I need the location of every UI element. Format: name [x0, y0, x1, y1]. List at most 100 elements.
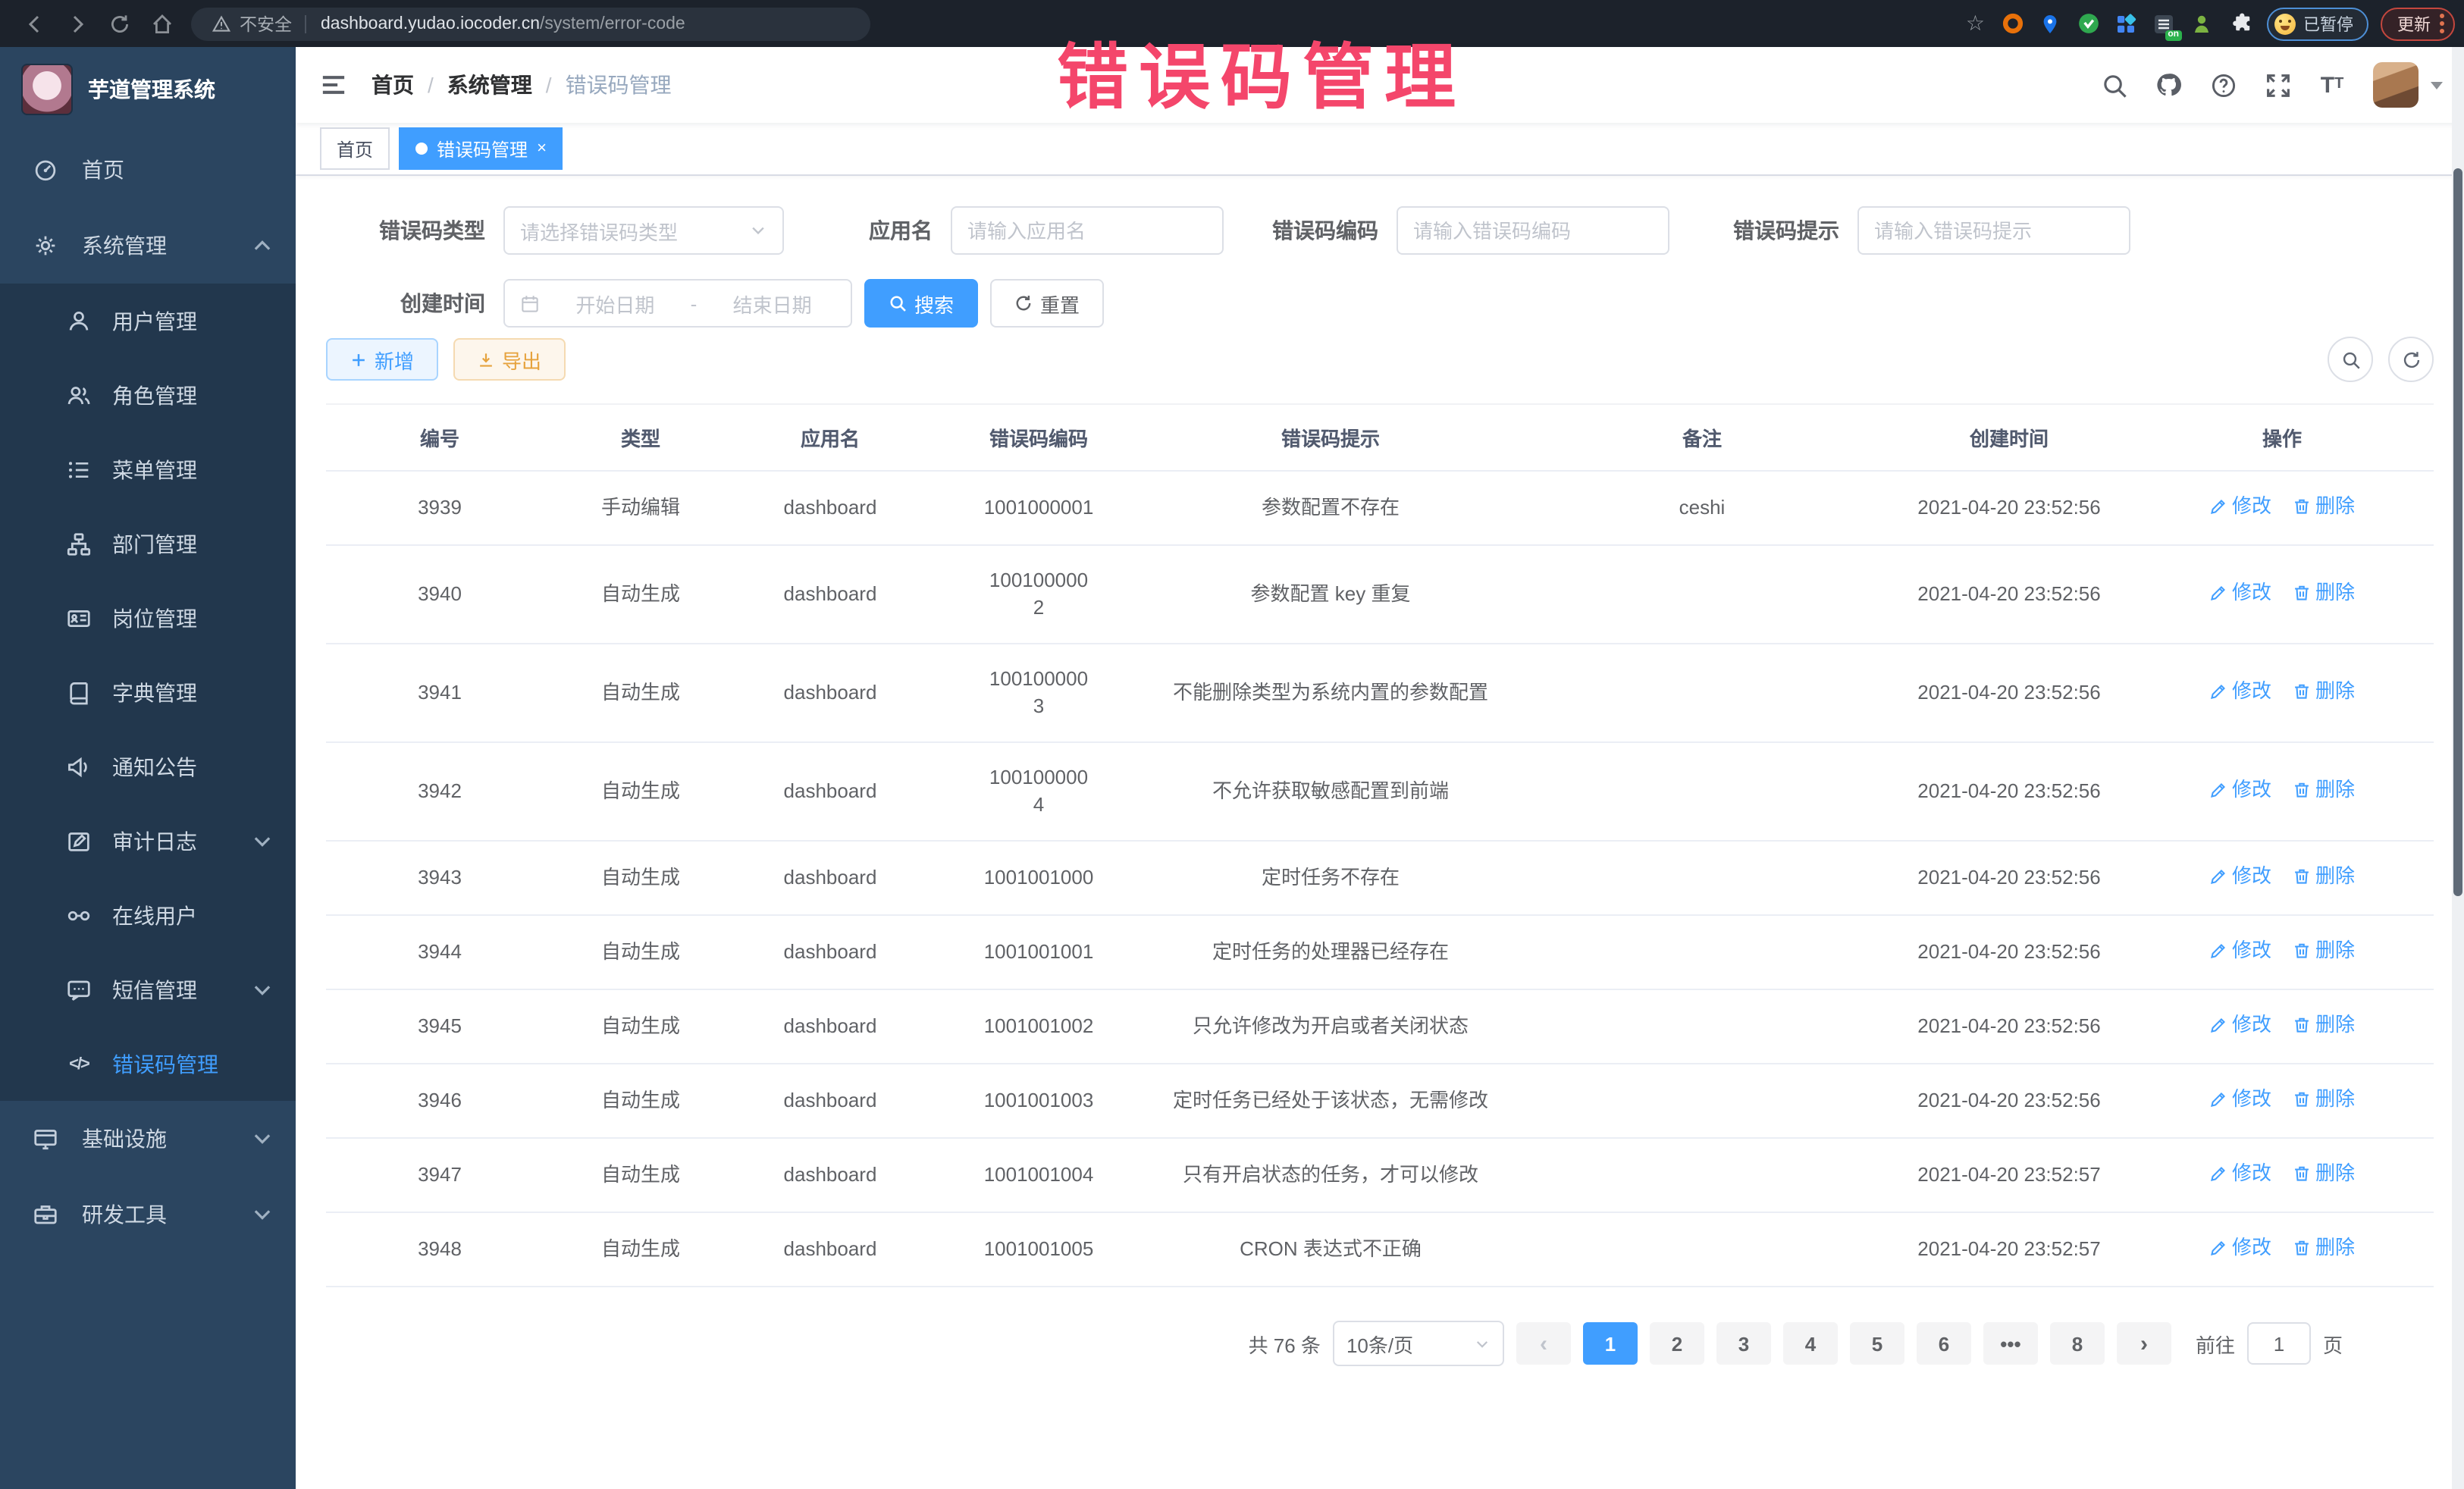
page-button[interactable]: 6: [1917, 1322, 1971, 1365]
page-button[interactable]: 3: [1716, 1322, 1771, 1365]
reload-icon[interactable]: [106, 10, 133, 37]
error-hint-input[interactable]: [1857, 206, 2130, 255]
page-button[interactable]: 2: [1650, 1322, 1704, 1365]
back-icon[interactable]: [21, 10, 49, 37]
green-sprout-extension-icon[interactable]: [2190, 11, 2214, 36]
sidebar-item-error-code-management[interactable]: </>错误码管理: [0, 1027, 296, 1101]
sidebar-item-dept-management[interactable]: 部门管理: [0, 506, 296, 581]
delete-row-button[interactable]: 删除: [2293, 579, 2355, 607]
edit-row-button[interactable]: 修改: [2209, 1086, 2271, 1113]
delete-row-button[interactable]: 删除: [2293, 678, 2355, 705]
more-pages-button[interactable]: •••: [1983, 1322, 2038, 1365]
create-time-range-picker[interactable]: 开始日期 - 结束日期: [503, 279, 852, 328]
blue-pin-extension-icon[interactable]: [2038, 11, 2062, 36]
sidebar-item-home[interactable]: 首页: [0, 132, 296, 208]
sidebar-item-menu-management[interactable]: 菜单管理: [0, 432, 296, 506]
breadcrumb-item[interactable]: 首页: [371, 70, 414, 100]
app-name-input[interactable]: [951, 206, 1224, 255]
goto-page-input[interactable]: [2247, 1322, 2311, 1365]
sidebar-item-audit-log[interactable]: 审计日志: [0, 804, 296, 878]
browser-update-button[interactable]: 更新: [2381, 7, 2455, 40]
home-icon[interactable]: [149, 10, 176, 37]
page-button[interactable]: 4: [1783, 1322, 1838, 1365]
edit-row-button[interactable]: 修改: [2209, 863, 2271, 890]
hamburger-icon[interactable]: [320, 71, 347, 99]
error-code-type-select[interactable]: 请选择错误码类型: [503, 206, 784, 255]
edit-row-button[interactable]: 修改: [2209, 1160, 2271, 1187]
page-button[interactable]: 5: [1850, 1322, 1904, 1365]
edit-row-button[interactable]: 修改: [2209, 776, 2271, 804]
tag-item[interactable]: 首页: [320, 127, 390, 170]
table-row: 3942自动生成dashboard100100000 4不允许获取敏感配置到前端…: [326, 742, 2434, 841]
sidebar-item-label: 在线用户: [112, 900, 274, 930]
page-scrollbar[interactable]: [2452, 47, 2464, 1489]
app-logo[interactable]: 芋道管理系统: [0, 47, 296, 132]
sidebar-item-online-users[interactable]: 在线用户: [0, 878, 296, 952]
delete-row-button[interactable]: 删除: [2293, 493, 2355, 520]
page-button[interactable]: 8: [2050, 1322, 2105, 1365]
submenu-system-management: 用户管理角色管理菜单管理部门管理岗位管理字典管理通知公告审计日志在线用户短信管理…: [0, 284, 296, 1101]
edit-row-button[interactable]: 修改: [2209, 493, 2271, 520]
delete-row-button[interactable]: 删除: [2293, 776, 2355, 804]
sidebar-item-sms-management[interactable]: 短信管理: [0, 952, 296, 1027]
scrollbar-thumb[interactable]: [2453, 168, 2462, 896]
show-search-toggle-button[interactable]: [2328, 337, 2373, 382]
sidebar-item-label: 岗位管理: [112, 603, 274, 633]
forward-icon[interactable]: [64, 10, 91, 37]
sidebar-item-dev-tools[interactable]: 研发工具: [0, 1177, 296, 1252]
announcement-icon: [67, 754, 91, 779]
edit-row-button[interactable]: 修改: [2209, 937, 2271, 964]
prev-page-button[interactable]: ‹: [1516, 1322, 1571, 1365]
puzzle-extensions-icon[interactable]: [2227, 11, 2252, 36]
reset-button[interactable]: 重置: [990, 279, 1104, 328]
font-size-icon[interactable]: TT: [2318, 71, 2346, 99]
delete-row-button[interactable]: 删除: [2293, 1011, 2355, 1039]
delete-row-button[interactable]: 删除: [2293, 1160, 2355, 1187]
sidebar-item-role-management[interactable]: 角色管理: [0, 358, 296, 432]
blue-grid-extension-icon[interactable]: [2114, 11, 2138, 36]
gear-icon: [33, 234, 58, 258]
address-bar[interactable]: 不安全 dashboard.yudao.iocoder.cn/system/er…: [191, 7, 870, 40]
page-size-select[interactable]: 10条/页: [1333, 1321, 1504, 1366]
dashboard-icon: [33, 158, 58, 182]
breadcrumb-item[interactable]: 系统管理: [447, 70, 532, 100]
delete-row-button[interactable]: 删除: [2293, 937, 2355, 964]
export-button[interactable]: 导出: [453, 338, 566, 381]
green-check-extension-icon[interactable]: [2076, 11, 2100, 36]
sidebar-item-label: 首页: [82, 155, 274, 185]
profile-paused-badge[interactable]: 已暂停: [2267, 7, 2368, 40]
add-button[interactable]: 新增: [326, 338, 438, 381]
page-button[interactable]: 1: [1583, 1322, 1638, 1365]
edit-row-button[interactable]: 修改: [2209, 1234, 2271, 1262]
search-icon[interactable]: [2100, 71, 2127, 99]
user-menu[interactable]: [2373, 62, 2443, 108]
next-page-button[interactable]: ›: [2117, 1322, 2171, 1365]
breadcrumb-item[interactable]: 错误码管理: [566, 70, 672, 100]
tag-active[interactable]: 错误码管理×: [399, 127, 563, 170]
github-icon[interactable]: [2155, 71, 2182, 99]
sidebar-item-post-management[interactable]: 岗位管理: [0, 581, 296, 655]
error-code-input[interactable]: [1397, 206, 1669, 255]
sidebar-item-user-management[interactable]: 用户管理: [0, 284, 296, 358]
list-extension-icon[interactable]: on: [2152, 11, 2176, 36]
help-icon[interactable]: [2209, 71, 2237, 99]
orange-ring-extension-icon[interactable]: [2000, 11, 2024, 36]
delete-row-button[interactable]: 删除: [2293, 1086, 2355, 1113]
table-row: 3940自动生成dashboard100100000 2参数配置 key 重复2…: [326, 545, 2434, 644]
sidebar-item-notice-announce[interactable]: 通知公告: [0, 729, 296, 804]
tag-close-icon[interactable]: ×: [537, 139, 547, 158]
bookmark-star-icon[interactable]: ☆: [1966, 11, 1985, 36]
cell-id: 3948: [326, 1212, 553, 1287]
search-button[interactable]: 搜索: [864, 279, 978, 328]
sidebar-item-system-management[interactable]: 系统管理: [0, 208, 296, 284]
edit-row-button[interactable]: 修改: [2209, 579, 2271, 607]
fullscreen-icon[interactable]: [2264, 71, 2291, 99]
refresh-table-button[interactable]: [2388, 337, 2434, 382]
sidebar-item-infrastructure[interactable]: 基础设施: [0, 1101, 296, 1177]
edit-row-button[interactable]: 修改: [2209, 1011, 2271, 1039]
browser-menu-icon[interactable]: [2440, 14, 2444, 33]
delete-row-button[interactable]: 删除: [2293, 1234, 2355, 1262]
edit-row-button[interactable]: 修改: [2209, 678, 2271, 705]
delete-row-button[interactable]: 删除: [2293, 863, 2355, 890]
sidebar-item-dict-management[interactable]: 字典管理: [0, 655, 296, 729]
